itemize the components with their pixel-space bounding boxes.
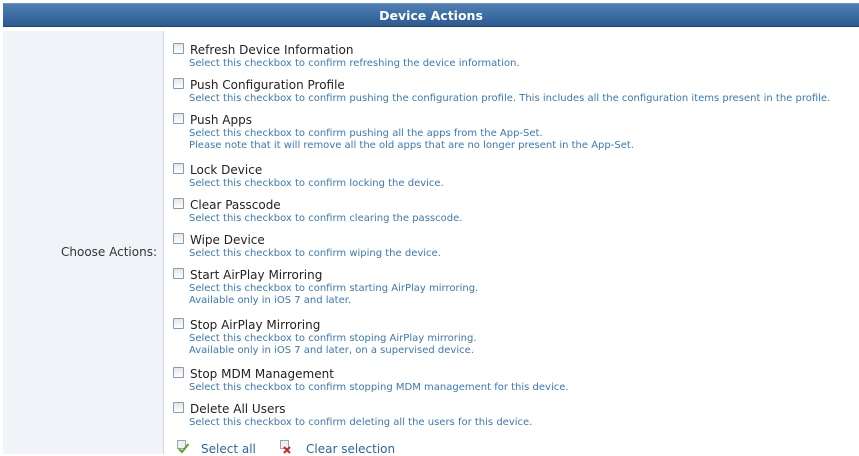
action-description: Select this checkbox to confirm starting… (189, 283, 478, 307)
action-description-line: Select this checkbox to confirm pushing … (189, 128, 543, 139)
action-title: Stop MDM Management (190, 367, 334, 381)
action-description-line: Available only in iOS 7 and later. (189, 295, 352, 306)
refresh-device-information-checkbox[interactable] (173, 43, 184, 54)
action-description-line: Select this checkbox to confirm refreshi… (189, 58, 520, 69)
stop-airplay-mirroring-checkbox[interactable] (173, 318, 184, 329)
action-description: Select this checkbox to confirm refreshi… (189, 58, 520, 70)
action-title: Start AirPlay Mirroring (190, 268, 323, 282)
action-description: Select this checkbox to confirm pushing … (189, 128, 634, 152)
action-title: Push Apps (190, 113, 252, 127)
action-description: Select this checkbox to confirm pushing … (189, 93, 830, 105)
action-description: Select this checkbox to confirm stoping … (189, 333, 477, 357)
action-title: Refresh Device Information (190, 43, 354, 57)
action-description-line: Select this checkbox to confirm stoping … (189, 333, 477, 344)
start-airplay-mirroring-checkbox[interactable] (173, 268, 184, 279)
action-title: Wipe Device (190, 233, 265, 247)
actions-list: Refresh Device Information Select this c… (171, 0, 859, 456)
action-title: Lock Device (190, 163, 263, 177)
action-description: Select this checkbox to confirm stopping… (189, 382, 569, 394)
action-description-line: Select this checkbox to confirm pushing … (189, 93, 831, 104)
action-description-line: Select this checkbox to confirm starting… (189, 283, 479, 294)
action-title: Push Configuration Profile (190, 78, 345, 92)
clear-passcode-checkbox[interactable] (173, 198, 184, 209)
checkbox-checkmark-icon (177, 440, 189, 454)
push-configuration-profile-checkbox[interactable] (173, 78, 184, 89)
checkbox-x-icon (280, 440, 291, 454)
action-title: Clear Passcode (190, 198, 281, 212)
action-description-line: Available only in iOS 7 and later, on a … (189, 345, 474, 356)
wipe-device-checkbox[interactable] (173, 233, 184, 244)
stop-mdm-management-checkbox[interactable] (173, 367, 184, 378)
form-label-cell: Choose Actions: (3, 31, 164, 454)
action-description-line: Select this checkbox to confirm wiping t… (189, 248, 441, 259)
action-description: Select this checkbox to confirm clearing… (189, 213, 462, 225)
action-description: Select this checkbox to confirm locking … (189, 178, 444, 190)
action-description-line: Select this checkbox to confirm locking … (189, 178, 444, 189)
choose-actions-label: Choose Actions: (61, 245, 157, 259)
action-description-line: Select this checkbox to confirm deleting… (189, 417, 533, 428)
push-apps-checkbox[interactable] (173, 113, 184, 124)
action-title: Delete All Users (190, 402, 286, 416)
action-description-line: Select this checkbox to confirm stopping… (189, 382, 569, 393)
lock-device-checkbox[interactable] (173, 163, 184, 174)
action-description: Select this checkbox to confirm deleting… (189, 417, 532, 429)
delete-all-users-checkbox[interactable] (173, 402, 184, 413)
action-description-line: Select this checkbox to confirm clearing… (189, 213, 463, 224)
action-description: Select this checkbox to confirm wiping t… (189, 248, 441, 260)
action-title: Stop AirPlay Mirroring (190, 318, 321, 332)
action-description-line: Please note that it will remove all the … (189, 140, 634, 151)
